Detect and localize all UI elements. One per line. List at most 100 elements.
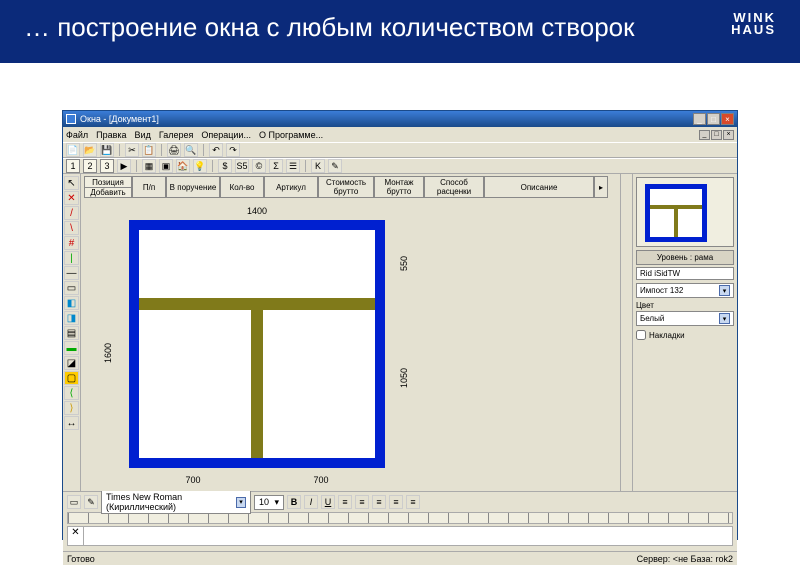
dollar-icon[interactable]: $ [218,159,232,173]
italic-button[interactable]: I [304,495,318,509]
mdi-close[interactable]: × [723,130,734,140]
tool-save-icon[interactable]: 💾 [100,143,114,157]
align-left-button[interactable]: ≡ [338,495,352,509]
tool-yellow-icon[interactable]: ▢ [64,371,79,385]
align-justify-button[interactable]: ≡ [389,495,403,509]
overlay-checkbox[interactable]: Накладки [636,330,734,340]
dim-top-section: 550 [399,228,409,298]
copyright-icon[interactable]: © [252,159,266,173]
tool-copy-icon[interactable]: 📋 [142,143,156,157]
dim-width: 1400 [129,206,385,216]
dim-bottom-section: 1050 [399,308,409,448]
titlebar[interactable]: Окна - [Документ1] _ □ × [63,111,737,127]
size-select[interactable]: 10 ▾ [254,495,284,510]
mdi-minimize[interactable]: _ [699,130,710,140]
col-article[interactable]: Артикул [264,176,318,198]
tool-misc3-icon[interactable]: ⟩ [64,401,79,415]
tool-new-icon[interactable]: 📄 [66,143,80,157]
dim-left-section: 700 [129,475,257,485]
checkbox-input[interactable] [636,330,646,340]
dropdown-icon[interactable]: ▾ [719,285,730,296]
bulb-icon[interactable]: 💡 [193,159,207,173]
fontbar-icon1[interactable]: ▭ [67,495,81,509]
mdi-restore[interactable]: □ [711,130,722,140]
mullion-horizontal[interactable] [139,298,375,310]
tab-3[interactable]: 3 [100,159,114,173]
maximize-button[interactable]: □ [707,113,720,125]
tool-cut-icon[interactable]: ✂ [125,143,139,157]
underline-button[interactable]: U [321,495,335,509]
col-mount[interactable]: Монтаж брутто [374,176,424,198]
tool-misc2-icon[interactable]: ⟨ [64,386,79,400]
tool-line1-icon[interactable]: / [64,206,79,220]
col-pp[interactable]: П/п [132,176,166,198]
tool-door-icon[interactable]: ◪ [64,356,79,370]
tool-cross-icon[interactable]: ✕ [64,191,79,205]
dropdown-icon[interactable]: ▾ [719,313,730,324]
tool-redo-icon[interactable]: ↷ [226,143,240,157]
minimize-button[interactable]: _ [693,113,706,125]
list-icon[interactable]: ☰ [286,159,300,173]
text-area[interactable] [84,527,732,545]
tool-rect-icon[interactable]: ▬ [64,341,79,355]
col-scroll[interactable]: ▸ [594,176,608,198]
grid-icon[interactable]: ▦ [142,159,156,173]
s5-icon[interactable]: S5 [235,159,249,173]
text-margin-icon[interactable]: ✕ [68,527,84,545]
tool-undo-icon[interactable]: ↶ [209,143,223,157]
col-qty[interactable]: Кол-во [220,176,264,198]
menu-edit[interactable]: Правка [96,130,126,140]
close-button[interactable]: × [721,113,734,125]
tool-box2-icon[interactable]: ◧ [64,296,79,310]
tab-1[interactable]: 1 [66,159,80,173]
tool-box3-icon[interactable]: ◨ [64,311,79,325]
tool-open-icon[interactable]: 📂 [83,143,97,157]
profile-field[interactable]: Rid iSidTW [636,267,734,280]
window-preview [636,177,734,247]
vscrollbar[interactable] [620,174,632,491]
tool-hline-icon[interactable]: — [64,266,79,280]
menu-file[interactable]: Файл [66,130,88,140]
col-order[interactable]: В поручение [166,176,220,198]
bold-button[interactable]: B [287,495,301,509]
layout-icon[interactable]: ▣ [159,159,173,173]
logo: WINK HAUS [731,12,776,35]
tool-dim-icon[interactable]: ↔ [64,416,79,430]
tool-print-icon[interactable]: 🖨 [167,143,181,157]
window-drawing[interactable]: 1400 1600 550 1050 700 700 [109,208,439,483]
status-left: Готово [67,554,95,564]
col-cost[interactable]: Стоимость брутто [318,176,374,198]
k-icon[interactable]: K [311,159,325,173]
dropdown-icon[interactable]: ▾ [236,497,246,508]
bullets-button[interactable]: ≡ [406,495,420,509]
pencil-icon[interactable]: ✎ [328,159,342,173]
position-tab[interactable]: Позиция Добавить [84,176,132,198]
impost-select[interactable]: Импост 132 ▾ [636,283,734,298]
window-frame[interactable] [129,220,385,468]
tool-preview-icon[interactable]: 🔍 [184,143,198,157]
menu-about[interactable]: О Программе... [259,130,323,140]
statusbar: Готово Сервер: <не База: rok2 [63,551,737,565]
tool-line2-icon[interactable]: \ [64,221,79,235]
col-desc[interactable]: Описание [484,176,594,198]
menu-gallery[interactable]: Галерея [159,130,194,140]
tool-pointer-icon[interactable]: ↖ [64,176,79,190]
tab-2[interactable]: 2 [83,159,97,173]
color-select[interactable]: Белый ▾ [636,311,734,326]
mullion-vertical[interactable] [251,310,263,458]
tool-box1-icon[interactable]: ▭ [64,281,79,295]
tool-vline-icon[interactable]: | [64,251,79,265]
tab-next-icon[interactable]: ▶ [117,159,131,173]
tool-misc1-icon[interactable]: ▤ [64,326,79,340]
menu-view[interactable]: Вид [135,130,151,140]
fontbar-icon2[interactable]: ✎ [84,495,98,509]
text-editor-pane: ▭ ✎ Times New Roman (Кириллический) ▾ 10… [63,491,737,551]
tool-grid-icon[interactable]: # [64,236,79,250]
col-pricing[interactable]: Способ расценки [424,176,484,198]
align-right-button[interactable]: ≡ [372,495,386,509]
sigma-icon[interactable]: Σ [269,159,283,173]
align-center-button[interactable]: ≡ [355,495,369,509]
menu-operations[interactable]: Операции... [201,130,251,140]
font-select[interactable]: Times New Roman (Кириллический) ▾ [101,490,251,514]
house-icon[interactable]: 🏠 [176,159,190,173]
